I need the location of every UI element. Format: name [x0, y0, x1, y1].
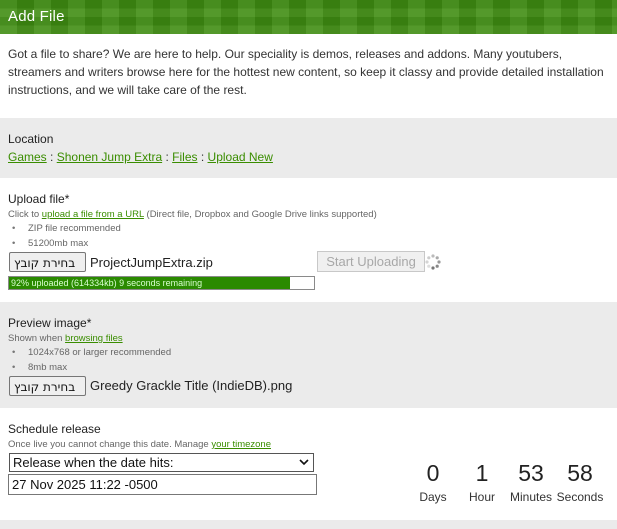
upload-hint: Click to upload a file from a URL (Direc… [8, 209, 377, 220]
choose-file-button[interactable]: בחירת קובץ [9, 252, 86, 272]
location-section: Location Games : Shonen Jump Extra : Fil… [0, 118, 617, 178]
choose-preview-button[interactable]: בחירת קובץ [9, 376, 86, 396]
countdown-days-value: 0 [426, 460, 440, 486]
breadcrumb-game[interactable]: Shonen Jump Extra [57, 150, 162, 164]
countdown-minutes-label: Minutes [509, 490, 553, 504]
upload-progress-text: 92% uploaded (614334kb) 9 seconds remain… [11, 278, 203, 288]
release-type-value: Release when the date hits: [13, 455, 174, 470]
location-title: Location [8, 132, 54, 146]
countdown-hours-value: 1 [475, 460, 489, 486]
preview-hint-prefix: Shown when [8, 333, 63, 344]
preview-requirements: 1024x768 or larger recommended 8mb max [12, 346, 171, 375]
start-uploading-button[interactable]: Start Uploading [317, 251, 425, 272]
preview-section: Preview image* Shown when browsing files… [0, 302, 617, 408]
page-title: Add File [8, 8, 65, 25]
breadcrumb-separator: : [200, 150, 205, 164]
breadcrumb-files[interactable]: Files [172, 150, 197, 164]
countdown-seconds-value: 58 [567, 460, 593, 486]
intro-text: Got a file to share? We are here to help… [8, 47, 604, 97]
upload-hint-prefix: Click to [8, 209, 40, 220]
loading-spinner-icon [425, 254, 441, 270]
breadcrumb-separator: : [50, 150, 54, 164]
release-date-input[interactable]: 27 Nov 2025 11:22 -0500 [8, 474, 317, 495]
schedule-title: Schedule release [8, 422, 101, 436]
browsing-files-link[interactable]: browsing files [65, 333, 123, 344]
countdown-seconds-label: Seconds [556, 490, 604, 504]
page-header: Add File [0, 0, 617, 34]
preview-hint: Shown when browsing files [8, 333, 123, 344]
countdown-days-label: Days [419, 490, 447, 504]
schedule-section: Schedule release Once live you cannot ch… [0, 408, 617, 520]
list-item: ZIP file recommended [12, 222, 121, 237]
schedule-hint: Once live you cannot change this date. M… [8, 439, 271, 450]
breadcrumb-games[interactable]: Games [8, 150, 47, 164]
release-type-select[interactable]: Release when the date hits: [9, 453, 314, 472]
upload-from-url-link[interactable]: upload a file from a URL [42, 209, 144, 220]
preview-filename: Greedy Grackle Title (IndieDB).png [90, 378, 293, 393]
upload-filename: ProjectJumpExtra.zip [90, 255, 213, 270]
upload-requirements: ZIP file recommended 51200mb max [12, 222, 121, 251]
list-item: 51200mb max [12, 237, 121, 252]
countdown-minutes-value: 53 [518, 460, 544, 486]
header-pattern [0, 0, 617, 34]
breadcrumb: Games : Shonen Jump Extra : Files : Uplo… [8, 150, 273, 164]
upload-hint-suffix: (Direct file, Dropbox and Google Drive l… [146, 209, 377, 220]
list-item: 1024x768 or larger recommended [12, 346, 171, 361]
preview-title: Preview image* [8, 316, 92, 330]
timezone-link[interactable]: your timezone [211, 439, 271, 450]
breadcrumb-upload-new[interactable]: Upload New [208, 150, 273, 164]
upload-title: Upload file* [8, 192, 70, 206]
upload-progress-bar: 92% uploaded (614334kb) 9 seconds remain… [8, 276, 315, 290]
next-section-strip [0, 520, 617, 529]
chevron-down-icon [299, 459, 309, 466]
countdown-hours-label: Hour [468, 490, 495, 504]
schedule-hint-prefix: Once live you cannot change this date. M… [8, 439, 209, 450]
breadcrumb-separator: : [165, 150, 169, 164]
list-item: 8mb max [12, 361, 171, 376]
upload-section: Upload file* Click to upload a file from… [0, 178, 617, 302]
